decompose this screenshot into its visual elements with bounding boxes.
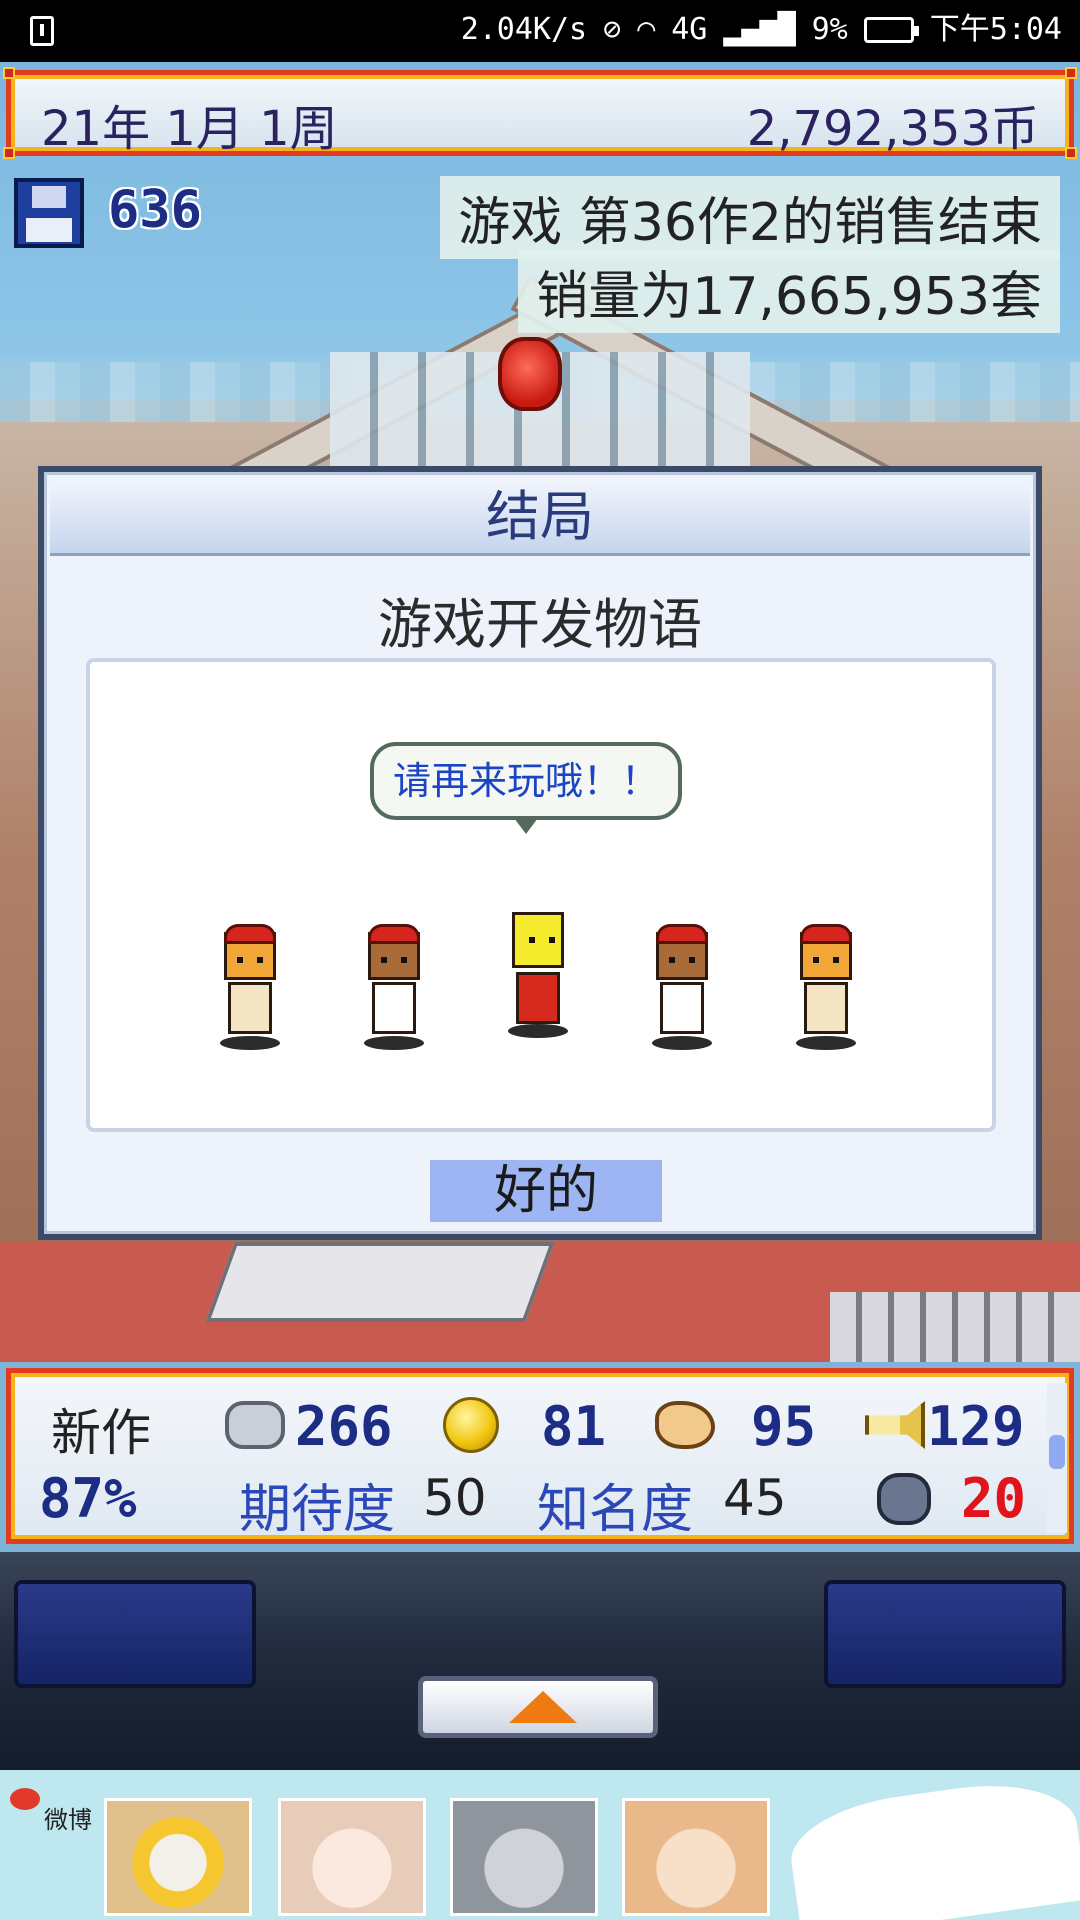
battery-icon (863, 17, 919, 43)
top-hud: 21年 1月 1周 2,792,353币 (3, 67, 1077, 159)
bug-icon (877, 1473, 931, 1525)
office-shelf (830, 1292, 1080, 1362)
anticipation-label: 期待度 (239, 1480, 396, 1540)
wifi-icon: ◠ (637, 12, 656, 47)
fun-value: 266 (295, 1395, 393, 1458)
game-date: 21年 1月 1周 (41, 101, 338, 157)
weibo-brand: 微博 (44, 1806, 92, 1834)
floppy-disk-icon (14, 178, 84, 248)
right-action-button[interactable] (824, 1580, 1066, 1688)
ad-cat-image[interactable] (104, 1798, 252, 1916)
notification-icon (30, 16, 54, 46)
menu-up-button[interactable] (418, 1676, 658, 1738)
anticipation-value: 50 (423, 1469, 487, 1527)
bug-count: 20 (961, 1467, 1027, 1530)
weibo-logo-icon (10, 1788, 40, 1810)
speech-bubble: 请再来玩哦！！ (370, 742, 682, 834)
game-title: 游戏开发物语 (378, 593, 702, 656)
hud-corner (3, 67, 15, 79)
palette-icon (655, 1401, 715, 1449)
money-amount: 2,792,353币 (746, 101, 1039, 157)
control-bar (0, 1552, 1080, 1770)
stats-hud: 新作 87% 266 81 95 129 期待度 50 知名度 45 20 (6, 1368, 1074, 1544)
left-action-button[interactable] (14, 1580, 256, 1688)
graphics-value: 95 (751, 1395, 817, 1458)
coin-icon (443, 1397, 499, 1453)
ad-slogan-graphic[interactable] (784, 1772, 1080, 1920)
stats-scroll-thumb[interactable] (1049, 1435, 1065, 1469)
hud-corner (1065, 147, 1077, 159)
staff-cat-character (794, 924, 858, 1050)
status-bar-right: 2.04K/s ⊘ ◠ 4G ▂▄▆█ 9% 下午5:04 (461, 12, 1062, 48)
new-work-label: 新作 (51, 1404, 151, 1462)
sales-notice-line1: 游戏 第36作2的销售结束 (440, 176, 1060, 259)
red-lantern-icon (498, 337, 562, 411)
staff-cat-character (218, 924, 282, 1050)
ending-scene-panel: 请再来玩哦！！ (86, 658, 996, 1132)
ok-button[interactable]: 好的 (430, 1160, 662, 1222)
network-type: 4G (671, 12, 708, 47)
status-bar: 2.04K/s ⊘ ◠ 4G ▂▄▆█ 9% 下午5:04 (0, 0, 1080, 62)
hud-corner (3, 147, 15, 159)
ad-banner[interactable]: 微博 (0, 1770, 1080, 1920)
fame-value: 45 (723, 1469, 787, 1527)
fame-label: 知名度 (537, 1480, 694, 1540)
trumpet-icon (865, 1401, 925, 1449)
sound-value: 129 (927, 1395, 1025, 1458)
gamepad-icon (225, 1401, 285, 1449)
signal-icon: ▂▄▆█ (723, 12, 796, 47)
boss-character (506, 912, 570, 1038)
sales-notice-line2: 销量为17,665,953套 (518, 250, 1060, 333)
ad-cat-image[interactable] (622, 1798, 770, 1916)
hud-corner (1065, 67, 1077, 79)
ad-cat-image[interactable] (278, 1798, 426, 1916)
creativity-value: 81 (541, 1395, 607, 1458)
staff-man-character (650, 924, 714, 1050)
up-arrow-icon (509, 1691, 577, 1723)
dialog-title: 结局 (486, 485, 594, 548)
dialog-title-bar: 结局 (50, 478, 1030, 556)
battery-percent: 9% (811, 12, 848, 47)
ad-cat-image[interactable] (450, 1798, 598, 1916)
disk-count: 636 (108, 180, 202, 240)
office-desk (205, 1242, 555, 1322)
progress-percent: 87% (39, 1467, 137, 1530)
mute-icon: ⊘ (603, 12, 622, 47)
staff-man-character (362, 924, 426, 1050)
clock: 下午5:04 (929, 12, 1062, 47)
net-speed: 2.04K/s (460, 12, 588, 47)
ending-dialog: 结局 游戏开发物语 请再来玩哦！！ 好的 (38, 466, 1042, 1240)
